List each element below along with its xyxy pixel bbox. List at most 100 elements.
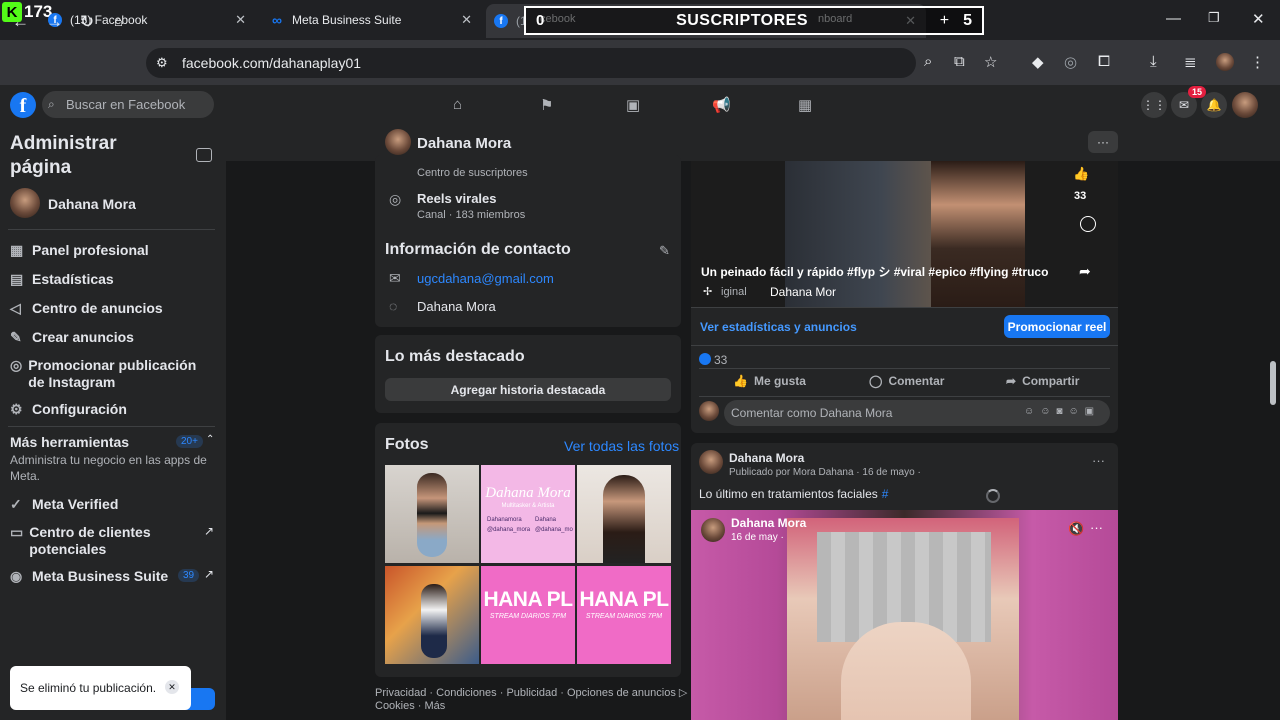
- extensions-puzzle-icon[interactable]: ⧠: [1098, 53, 1110, 70]
- home-nav-icon[interactable]: ⌂: [453, 96, 462, 113]
- more-tools-heading[interactable]: Más herramientas: [10, 434, 129, 450]
- media-control-icon[interactable]: ≣: [1184, 53, 1197, 71]
- divider: [691, 345, 1118, 346]
- forward-icon[interactable]: →: [46, 12, 63, 32]
- shared-options-icon[interactable]: ···: [1090, 520, 1103, 535]
- see-all-photos-link[interactable]: Ver todas las fotos: [564, 438, 679, 454]
- audio-name[interactable]: Dahana Mor: [770, 285, 836, 299]
- photo-overlay-text: Multitasker & Artista: [501, 503, 555, 509]
- reel-comment-icon[interactable]: [1080, 216, 1096, 232]
- extension-2-icon[interactable]: ◎: [1064, 53, 1077, 71]
- new-tab-icon[interactable]: +: [940, 12, 949, 30]
- calendar-nav-icon[interactable]: ▦: [798, 96, 812, 114]
- collapse-sidebar-icon[interactable]: [196, 148, 212, 162]
- extension-icon[interactable]: ◆: [1032, 53, 1044, 71]
- add-featured-story-button[interactable]: Agregar historia destacada: [385, 378, 671, 401]
- profile-avatar[interactable]: [1216, 53, 1234, 71]
- share-button[interactable]: ➦ Compartir: [1006, 374, 1079, 388]
- edit-pencil-icon[interactable]: ✎: [659, 243, 670, 259]
- tab-facebook-1[interactable]: f (15) Facebook ✕: [40, 6, 252, 34]
- comment-button[interactable]: ◯ Comentar: [869, 374, 944, 388]
- sidebar-item-create-ads[interactable]: ✎ Crear anuncios: [10, 329, 134, 346]
- contact-messenger[interactable]: Dahana Mora: [417, 299, 496, 314]
- sidebar-item-leads-center[interactable]: ▭ Centro de clientes potenciales: [10, 524, 190, 558]
- sidebar-item-promote-instagram[interactable]: ◎ Promocionar publicación de Instagram: [10, 357, 210, 391]
- reaction-count[interactable]: 33: [714, 353, 727, 367]
- search-input[interactable]: Buscar en Facebook: [42, 91, 214, 118]
- subs-counter-right: 5: [963, 11, 972, 29]
- photo-thumbnail-5[interactable]: HANA PL STREAM DIARIOS 7PM: [481, 566, 575, 664]
- back-icon[interactable]: ←: [12, 12, 29, 32]
- browser-menu-icon[interactable]: ⋮: [1250, 53, 1265, 71]
- mute-icon[interactable]: 🔇: [1068, 521, 1084, 537]
- shared-author[interactable]: Dahana Mora: [731, 516, 806, 530]
- ads-nav-icon[interactable]: 📢: [712, 96, 731, 114]
- sidebar-item-settings[interactable]: ⚙ Configuración: [10, 401, 127, 418]
- close-window-icon[interactable]: ✕: [1252, 10, 1265, 28]
- page-name[interactable]: Dahana Mora: [48, 196, 136, 212]
- channel-name[interactable]: Centro de suscriptores: [417, 167, 528, 179]
- channel-name[interactable]: Reels virales: [417, 191, 497, 206]
- sidebar-item-label: Meta Business Suite: [32, 568, 169, 584]
- reload-icon[interactable]: ↻: [80, 12, 94, 32]
- post-author[interactable]: Dahana Mora: [729, 451, 804, 465]
- photo-thumbnail-1[interactable]: [385, 465, 479, 563]
- chevron-up-icon[interactable]: ⌃: [206, 434, 214, 445]
- photo-overlay-text: STREAM DIARIOS 7PM: [489, 613, 567, 620]
- panel-icon: ▦: [10, 242, 24, 258]
- shared-author-avatar[interactable]: [701, 518, 725, 542]
- page-scrollbar-thumb[interactable]: [1270, 361, 1276, 405]
- photo-thumbnail-6[interactable]: HANA PL STREAM DIARIOS 7PM: [577, 566, 671, 664]
- zoom-icon[interactable]: ⌕: [924, 53, 932, 70]
- messenger-icon: ◌: [389, 298, 398, 314]
- external-link-icon[interactable]: ↗: [204, 567, 214, 581]
- flag-nav-icon[interactable]: ⚑: [540, 96, 553, 114]
- photo-thumbnail-4[interactable]: [385, 566, 479, 664]
- insights-nav-icon[interactable]: ▣: [626, 96, 640, 114]
- close-tab-icon[interactable]: ✕: [461, 12, 472, 28]
- account-avatar[interactable]: [1232, 92, 1258, 118]
- post-hashtag[interactable]: #: [882, 487, 889, 501]
- comment-emoji-icons[interactable]: ☺☺◙☺▣: [1024, 406, 1100, 417]
- footer-links-2[interactable]: Cookies · Más: [375, 700, 445, 712]
- reel-like-icon[interactable]: 👍: [1073, 166, 1089, 182]
- profile-name[interactable]: Dahana Mora: [417, 135, 511, 152]
- tab-meta-business-suite[interactable]: ∞ Meta Business Suite ✕: [262, 6, 478, 34]
- menu-grid-icon[interactable]: ⋮⋮: [1141, 92, 1167, 118]
- like-label: Me gusta: [753, 374, 806, 388]
- photo-overlay-text: Dahanamora: [487, 517, 522, 523]
- photo-overlay-text: Dahana: [535, 517, 557, 523]
- url-field[interactable]: facebook.com/dahanaplay01: [146, 48, 916, 78]
- view-stats-link[interactable]: Ver estadísticas y anuncios: [700, 320, 857, 334]
- facebook-logo-icon[interactable]: f: [10, 92, 36, 118]
- reel-video[interactable]: [691, 161, 1118, 307]
- sidebar-item-stats[interactable]: ▤ Estadísticas: [10, 271, 114, 288]
- close-toast-icon[interactable]: ✕: [165, 680, 179, 694]
- promote-reel-button[interactable]: Promocionar reel: [1004, 315, 1110, 338]
- external-link-icon[interactable]: ↗: [204, 524, 214, 538]
- like-button[interactable]: 👍 Me gusta: [733, 374, 806, 388]
- download-icon[interactable]: ⤓: [1150, 53, 1157, 70]
- photo-thumbnail-2[interactable]: Dahana Mora Multitasker & Artista Dahana…: [481, 465, 575, 563]
- sidebar-item-ad-center[interactable]: ◁ Centro de anuncios: [10, 300, 163, 317]
- close-tab-icon[interactable]: ✕: [235, 12, 246, 28]
- profile-avatar-small[interactable]: [385, 129, 411, 155]
- footer-links[interactable]: Privacidad · Condiciones · Publicidad · …: [375, 686, 694, 699]
- page-avatar[interactable]: [10, 188, 40, 218]
- maximize-icon[interactable]: ❐: [1208, 10, 1220, 26]
- home-icon[interactable]: ⌂: [114, 13, 123, 30]
- install-app-icon[interactable]: ⧉: [954, 53, 965, 70]
- notifications-icon[interactable]: 🔔: [1201, 92, 1227, 118]
- bookmark-star-icon[interactable]: ☆: [984, 53, 997, 71]
- contact-email-link[interactable]: ugcdahana@gmail.com: [417, 271, 554, 286]
- minimize-icon[interactable]: —: [1166, 10, 1181, 27]
- post-author-avatar[interactable]: [699, 450, 723, 474]
- more-options-icon[interactable]: ···: [1088, 131, 1118, 153]
- site-info-icon[interactable]: ⚙: [156, 55, 168, 71]
- sidebar-item-meta-verified[interactable]: ✓ Meta Verified: [10, 496, 118, 513]
- post-options-icon[interactable]: ···: [1092, 453, 1105, 468]
- photo-thumbnail-3[interactable]: [577, 465, 671, 563]
- sidebar-item-business-suite[interactable]: ◉ Meta Business Suite: [10, 568, 168, 585]
- reel-share-icon[interactable]: ➦: [1079, 263, 1091, 280]
- sidebar-item-panel[interactable]: ▦ Panel profesional: [10, 242, 149, 259]
